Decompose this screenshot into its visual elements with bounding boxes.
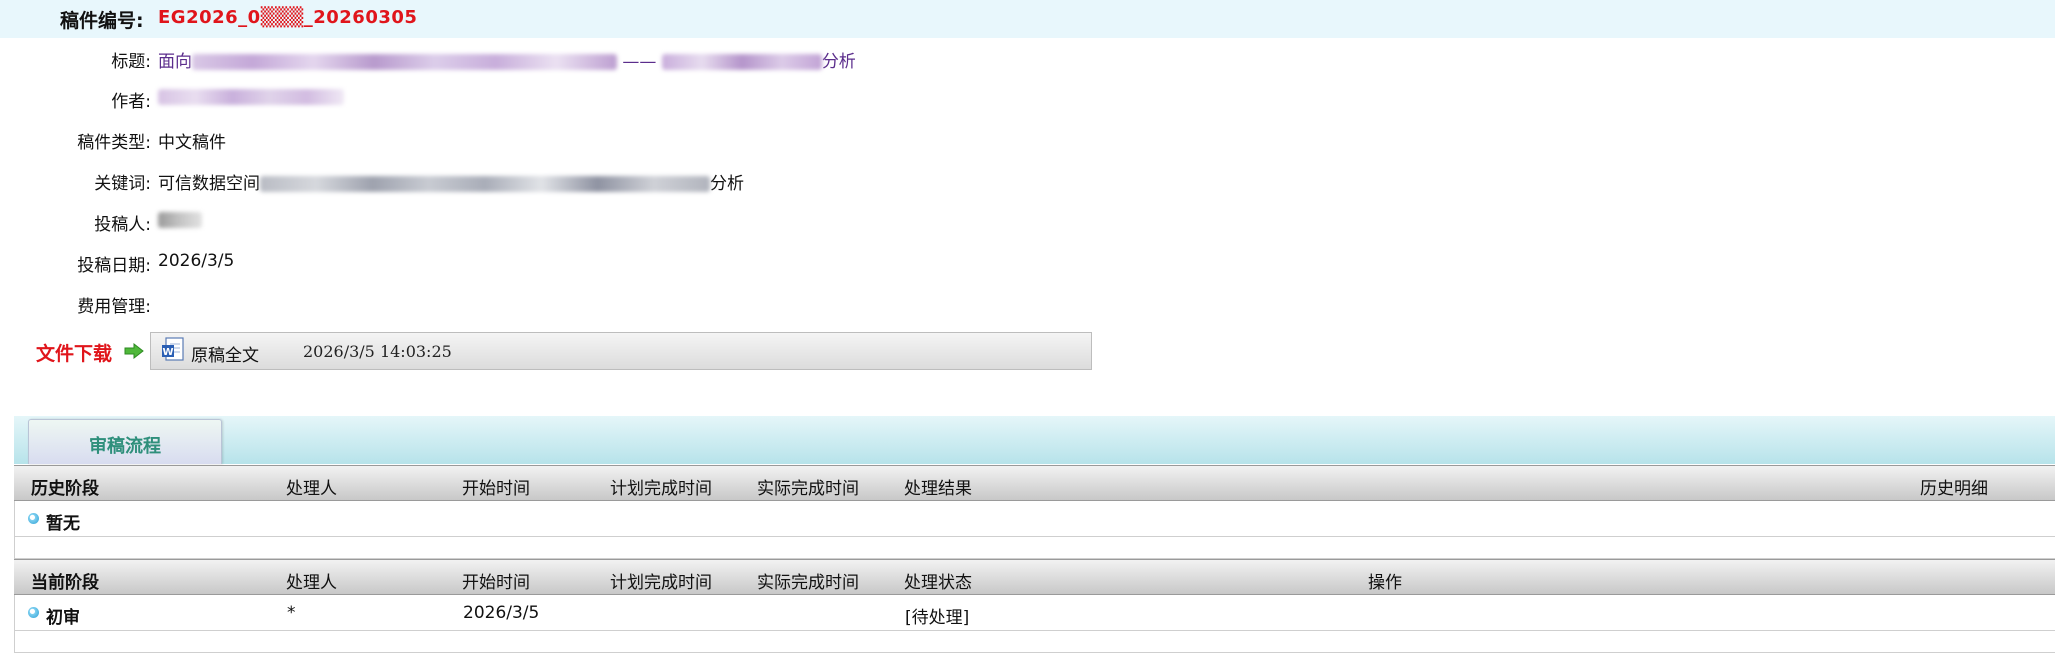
col-current-actual: 实际完成时间 bbox=[757, 573, 859, 593]
green-arrow-icon bbox=[124, 343, 144, 359]
title-prefix: 面向 bbox=[158, 52, 192, 72]
date-row: 投稿日期: 2026/3/5 bbox=[0, 248, 1200, 278]
row-status: [待处理] bbox=[905, 608, 970, 628]
tab-review-process[interactable]: 审稿流程 bbox=[28, 419, 222, 464]
col-current-start: 开始时间 bbox=[462, 573, 530, 593]
title-redacted-2 bbox=[661, 54, 822, 70]
keywords-redacted bbox=[260, 176, 710, 192]
manuscript-id-label: 稿件编号: bbox=[60, 10, 144, 32]
row-start-time: 2026/3/5 bbox=[463, 603, 540, 623]
title-mid: —— bbox=[617, 52, 662, 72]
bullet-icon bbox=[28, 607, 39, 618]
stage-initial-review: 初审 bbox=[46, 608, 80, 628]
date-value: 2026/3/5 bbox=[158, 251, 235, 271]
keywords-prefix: 可信数据空间 bbox=[158, 174, 260, 194]
col-result: 处理结果 bbox=[904, 479, 972, 499]
bullet-icon bbox=[28, 513, 39, 524]
date-label: 投稿日期: bbox=[77, 256, 151, 276]
col-current-stage: 当前阶段 bbox=[31, 573, 99, 593]
type-label: 稿件类型: bbox=[77, 133, 151, 153]
history-table-header: 历史阶段 处理人 开始时间 计划完成时间 实际完成时间 处理结果 历史明细 bbox=[14, 465, 2055, 501]
author-value bbox=[158, 87, 344, 107]
author-row: 作者: bbox=[0, 84, 1200, 114]
word-doc-icon[interactable]: W bbox=[161, 337, 185, 363]
title-redacted-1 bbox=[192, 54, 617, 70]
file-download-box: W 原稿全文 2026/3/5 14:03:25 bbox=[150, 332, 1092, 370]
submitter-redacted bbox=[158, 212, 202, 228]
history-row-empty: 暂无 bbox=[14, 501, 2055, 537]
submitter-row: 投稿人: bbox=[0, 207, 1200, 237]
title-label: 标题: bbox=[111, 52, 151, 72]
current-spacer bbox=[14, 631, 2055, 653]
svg-text:W: W bbox=[162, 347, 173, 358]
history-spacer bbox=[14, 537, 2055, 559]
col-handler: 处理人 bbox=[286, 479, 337, 499]
workflow-tab-bar bbox=[14, 416, 2055, 464]
keywords-suffix: 分析 bbox=[710, 174, 744, 194]
tab-review-process-label: 审稿流程 bbox=[89, 436, 161, 457]
col-planned-time: 计划完成时间 bbox=[610, 479, 712, 499]
table-row: 初审 * 2026/3/5 [待处理] bbox=[14, 595, 2055, 631]
author-label: 作者: bbox=[111, 92, 151, 112]
original-manuscript-link[interactable]: 原稿全文 bbox=[191, 341, 259, 366]
author-redacted bbox=[158, 89, 344, 105]
col-current-planned: 计划完成时间 bbox=[610, 573, 712, 593]
submitter-label: 投稿人: bbox=[94, 215, 151, 235]
type-row: 稿件类型: 中文稿件 bbox=[0, 125, 1200, 155]
row-handler: * bbox=[287, 603, 296, 623]
col-history-detail: 历史明细 bbox=[1920, 479, 1988, 499]
manuscript-id-value: EG2026_0▒▒▒_20260305 bbox=[158, 7, 418, 28]
current-table-header: 当前阶段 处理人 开始时间 计划完成时间 实际完成时间 处理状态 操作 bbox=[14, 559, 2055, 595]
history-empty-text: 暂无 bbox=[46, 514, 80, 534]
col-action: 操作 bbox=[1368, 573, 1402, 593]
col-actual-time: 实际完成时间 bbox=[757, 479, 859, 499]
keywords-row: 关键词: 可信数据空间 分析 bbox=[0, 166, 1200, 196]
file-download-label: 文件下载 bbox=[36, 343, 113, 365]
type-value: 中文稿件 bbox=[158, 133, 226, 153]
submitter-value bbox=[158, 210, 202, 230]
manuscript-detail-page: 稿件编号: EG2026_0▒▒▒_20260305 标题: 面向 —— 分析 … bbox=[0, 0, 2055, 656]
keywords-value: 可信数据空间 分析 bbox=[158, 169, 744, 194]
fee-label: 费用管理: bbox=[77, 297, 151, 317]
fee-row: 费用管理: bbox=[0, 289, 1200, 319]
title-value[interactable]: 面向 —— 分析 bbox=[158, 47, 856, 72]
col-status: 处理状态 bbox=[904, 573, 972, 593]
keywords-label: 关键词: bbox=[94, 174, 151, 194]
col-start-time: 开始时间 bbox=[462, 479, 530, 499]
col-history-stage: 历史阶段 bbox=[31, 479, 99, 499]
col-current-handler: 处理人 bbox=[286, 573, 337, 593]
file-upload-time: 2026/3/5 14:03:25 bbox=[303, 342, 452, 361]
title-row: 标题: 面向 —— 分析 bbox=[0, 44, 1200, 74]
title-suffix: 分析 bbox=[821, 52, 856, 72]
